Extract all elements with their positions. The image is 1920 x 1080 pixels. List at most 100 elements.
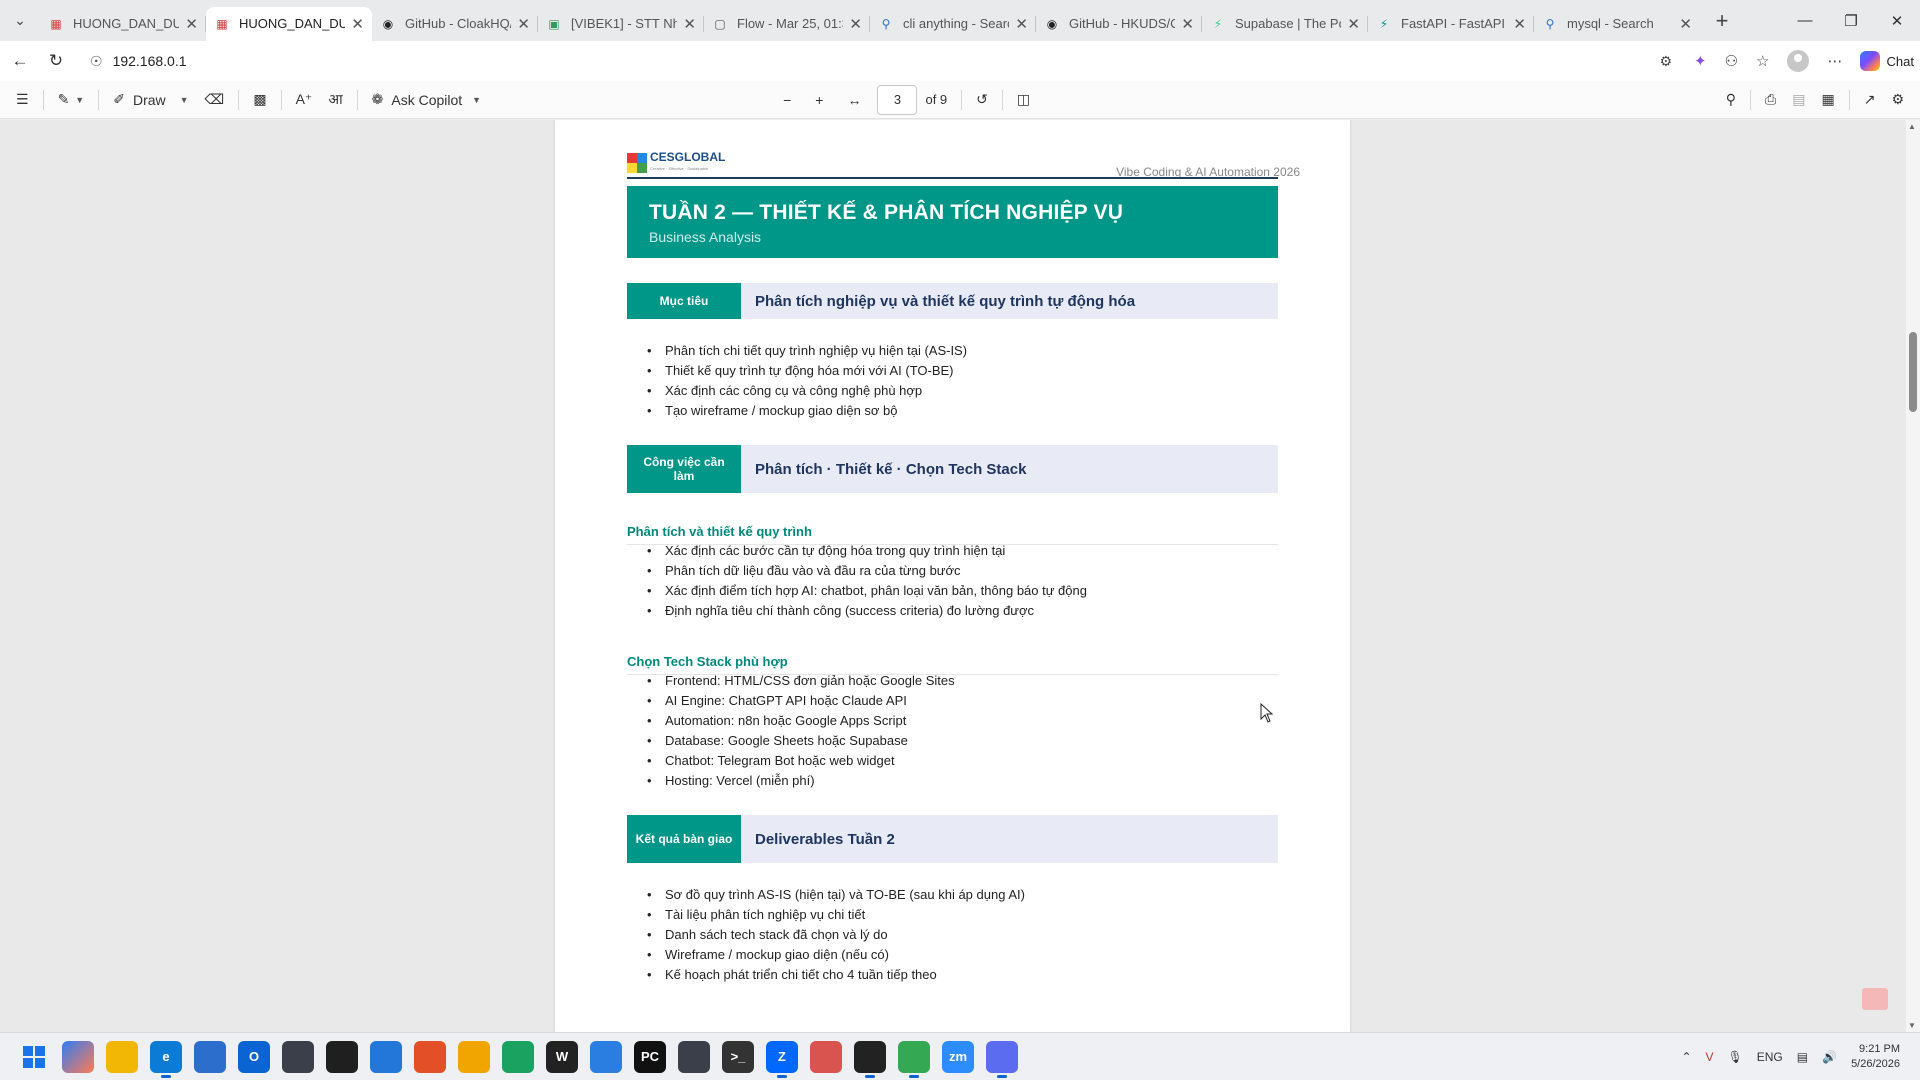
page-view-icon[interactable]: ◫ xyxy=(1009,81,1038,119)
chrome-icon[interactable] xyxy=(414,1040,446,1073)
close-tab-icon[interactable]: ✕ xyxy=(1347,15,1360,33)
list-item: Phân tích dữ liệu đầu vào và đầu ra của … xyxy=(627,561,1278,581)
windows-start-icon[interactable] xyxy=(18,1041,50,1073)
close-tab-icon[interactable]: ✕ xyxy=(1513,15,1526,33)
close-tab-icon[interactable]: ✕ xyxy=(1015,15,1028,33)
close-window-icon[interactable]: ✕ xyxy=(1874,0,1920,41)
fit-page-icon[interactable]: ↔ xyxy=(839,81,869,119)
close-tab-icon[interactable]: ✕ xyxy=(351,15,364,33)
chevron-up-icon[interactable]: ⌃ xyxy=(1681,1050,1691,1064)
list-item: Xác định các bước cần tự động hóa trong … xyxy=(627,541,1278,561)
penguin-app-icon[interactable] xyxy=(326,1040,358,1073)
outlook-icon[interactable]: O xyxy=(238,1040,270,1073)
minimize-icon[interactable]: — xyxy=(1782,0,1828,41)
pdf-viewer[interactable]: CESGLOBAL Creative · Effective · Sustain… xyxy=(0,120,1920,1032)
url-field[interactable]: ☉ 192.168.0.1 ⚙ xyxy=(80,46,1680,76)
chat-button[interactable]: Chat xyxy=(1860,51,1914,71)
network-icon[interactable]: ▤ xyxy=(1797,1050,1808,1064)
translate-icon[interactable]: आ xyxy=(320,81,350,119)
excel-icon[interactable] xyxy=(502,1040,534,1073)
extensions-icon[interactable]: ⚇ xyxy=(1725,52,1738,70)
copilot-app-icon[interactable] xyxy=(62,1040,94,1073)
new-tab-plus-icon[interactable]: + xyxy=(1704,8,1740,34)
copilot-sparkle-icon[interactable]: ✦ xyxy=(1694,52,1707,70)
browser-tab[interactable]: ▣ [VIBEK1] - STT Nhóm ✕ xyxy=(538,7,704,41)
file-explorer-icon[interactable] xyxy=(106,1040,138,1073)
scrollbar-thumb[interactable] xyxy=(1909,332,1917,412)
globe-icon: ☉ xyxy=(90,52,103,69)
volume-icon[interactable]: 🔊 xyxy=(1822,1050,1837,1064)
language-indicator[interactable]: ENG xyxy=(1757,1050,1783,1064)
browser-tab[interactable]: ⚲ cli anything - Search ✕ xyxy=(870,7,1036,41)
read-aloud-icon[interactable]: ⚙ xyxy=(1659,53,1672,70)
calculator-icon[interactable] xyxy=(810,1040,842,1073)
favorites-icon[interactable]: ☆ xyxy=(1756,52,1769,70)
app-icon[interactable] xyxy=(986,1040,1018,1078)
chrome-profile-icon[interactable] xyxy=(898,1040,930,1078)
fullscreen-icon[interactable]: ↗ xyxy=(1856,81,1884,119)
edge-browser-icon[interactable]: e xyxy=(150,1040,182,1078)
ask-copilot-button[interactable]: ❁ Ask Copilot ▼ xyxy=(364,81,489,119)
eraser-icon[interactable]: ⌫ xyxy=(197,81,233,119)
vscode-icon[interactable] xyxy=(370,1040,402,1073)
section-header-tasks: Công việc cần làm Phân tích · Thiết kế ·… xyxy=(627,445,1278,493)
browser-tab[interactable]: ⚡ Supabase | The Post ✕ xyxy=(1202,7,1368,41)
vertical-scrollbar[interactable]: ▲ ▼ xyxy=(1906,120,1920,1032)
store-icon[interactable] xyxy=(194,1040,226,1073)
search-icon[interactable]: ⚲ xyxy=(1718,81,1744,119)
settings-app-icon[interactable] xyxy=(590,1040,622,1073)
page-number-input[interactable]: 3 xyxy=(877,84,918,115)
pycharm-icon[interactable]: PC xyxy=(634,1040,666,1073)
highlight-pen-icon[interactable]: ✎ ▼ xyxy=(50,81,93,119)
close-tab-icon[interactable]: ✕ xyxy=(1679,15,1692,33)
draw-button[interactable]: ✐ Draw ▼ xyxy=(105,81,196,119)
browser-tab[interactable]: ▢ Flow - Mar 25, 01:30 ✕ xyxy=(704,7,870,41)
close-tab-icon[interactable]: ✕ xyxy=(517,15,530,33)
section-title: Deliverables Tuần 2 xyxy=(741,815,1278,863)
browser-tab[interactable]: ⚲ mysql - Search ✕ xyxy=(1534,7,1700,41)
list-item: Automation: n8n hoặc Google Apps Script xyxy=(627,711,1278,731)
browser-tab[interactable]: ◉ GitHub - CloakHQ/Cl ✕ xyxy=(372,7,538,41)
save-icon[interactable]: ▤ xyxy=(1784,81,1813,119)
dev-app-icon[interactable] xyxy=(678,1040,710,1073)
browser-tab[interactable]: ⚡ FastAPI - FastAPI ✕ xyxy=(1368,7,1534,41)
rotate-icon[interactable]: ↺ xyxy=(968,81,996,119)
cursor-app-icon[interactable] xyxy=(282,1040,314,1073)
refresh-icon[interactable]: ↻ xyxy=(38,43,74,79)
contents-list-icon[interactable]: ☰ xyxy=(8,81,37,119)
zoom-in-icon[interactable]: + xyxy=(807,81,831,119)
save-as-icon[interactable]: ▦ xyxy=(1813,81,1842,119)
scroll-up-arrow-icon[interactable]: ▲ xyxy=(1908,122,1916,131)
writer-app-icon[interactable]: W xyxy=(546,1040,578,1073)
close-tab-icon[interactable]: ✕ xyxy=(683,15,696,33)
close-tab-icon[interactable]: ✕ xyxy=(185,15,198,33)
section-tag: Công việc cần làm xyxy=(627,445,741,493)
terminal-icon[interactable]: >_ xyxy=(722,1040,754,1073)
microphone-icon[interactable]: 🎙 xyxy=(1728,1050,1743,1064)
scroll-down-arrow-icon[interactable]: ▼ xyxy=(1908,1021,1916,1030)
list-item: Sơ đồ quy trình AS-IS (hiện tại) và TO-B… xyxy=(627,885,1278,905)
profile-avatar[interactable] xyxy=(1787,50,1810,72)
read-aloud-icon[interactable]: A⁺ xyxy=(288,81,321,119)
list-item: Chatbot: Telegram Bot hoặc web widget xyxy=(627,751,1278,771)
close-tab-icon[interactable]: ✕ xyxy=(1181,15,1194,33)
tab-actions-chevron-icon[interactable]: ⌄ xyxy=(0,0,40,41)
print-icon[interactable]: ⎙ xyxy=(1757,81,1784,119)
zoom-out-icon[interactable]: − xyxy=(775,81,799,119)
text-box-icon[interactable]: ▩ xyxy=(245,81,274,119)
console-icon[interactable] xyxy=(854,1040,886,1078)
close-tab-icon[interactable]: ✕ xyxy=(849,15,862,33)
more-options-icon[interactable]: ⋯ xyxy=(1827,52,1842,70)
browser-tab[interactable]: ▦ HUONG_DAN_DU_AN ✕ xyxy=(40,7,206,41)
browser-tab[interactable]: ◉ GitHub - HKUDS/CLI ✕ xyxy=(1036,7,1202,41)
clock[interactable]: 9:21 PM 5/26/2026 xyxy=(1851,1042,1900,1072)
search-app-icon[interactable] xyxy=(458,1040,490,1073)
zalo-icon[interactable]: Z xyxy=(766,1040,798,1078)
settings-gear-icon[interactable]: ⚙ xyxy=(1883,81,1912,119)
zoom-icon[interactable]: zm xyxy=(942,1040,974,1073)
browser-tab-active[interactable]: ▦ HUONG_DAN_DU_AN ✕ xyxy=(206,6,372,41)
acrobat-icon[interactable] xyxy=(1862,988,1888,1010)
back-arrow-icon[interactable]: ← xyxy=(2,43,38,79)
antivirus-icon[interactable]: V xyxy=(1706,1050,1714,1064)
restore-icon[interactable]: ❐ xyxy=(1828,0,1874,41)
